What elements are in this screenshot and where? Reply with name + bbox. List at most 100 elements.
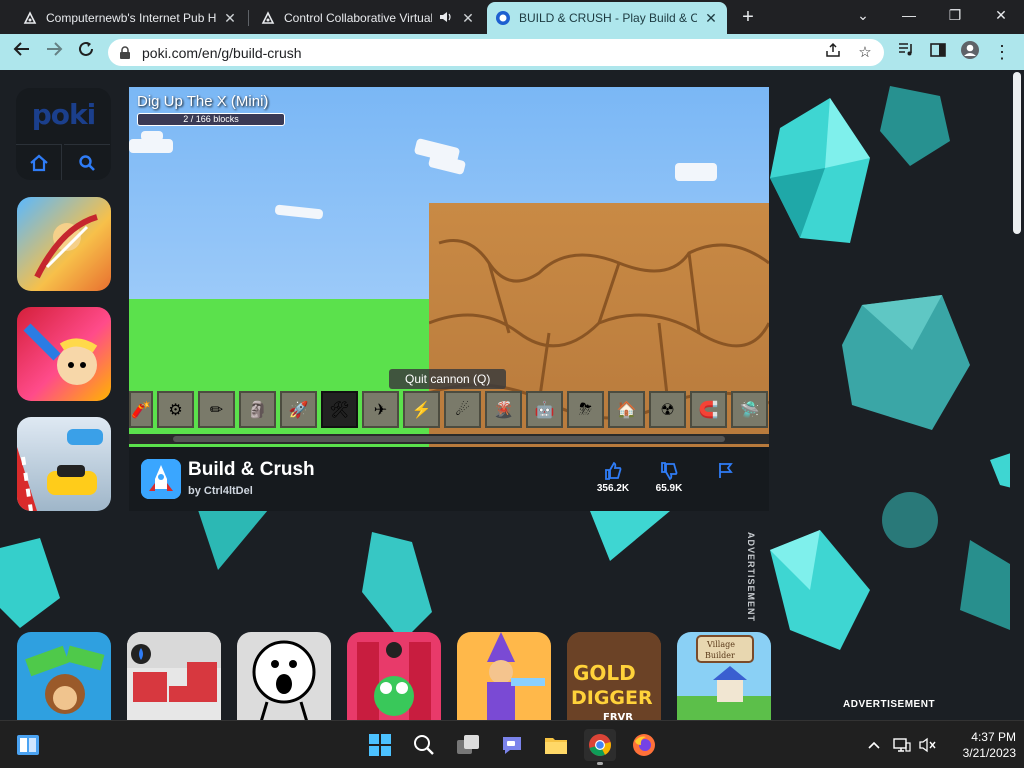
like-button[interactable]: 356.2K xyxy=(593,461,633,494)
missile-tool-icon[interactable]: 🚀 xyxy=(280,391,317,428)
windows-taskbar: 4:37 PM 3/21/2023 xyxy=(0,720,1024,768)
media-control-icon[interactable] xyxy=(894,40,918,64)
volcano-tool-icon[interactable]: 🌋 xyxy=(485,391,522,428)
network-icon[interactable] xyxy=(890,729,914,761)
house-tool-icon[interactable]: 🏠 xyxy=(608,391,645,428)
cloud xyxy=(141,131,163,141)
search-icon xyxy=(79,154,95,171)
lightning-tool-icon[interactable]: ⚡ xyxy=(403,391,440,428)
new-tab-button[interactable]: + xyxy=(736,5,760,29)
tab-computernewb[interactable]: Computernewb's Internet Pub Hc ✕ xyxy=(14,2,246,34)
game-thumbnail[interactable] xyxy=(17,307,111,401)
firefox-icon[interactable] xyxy=(628,729,660,761)
meteor-tool-icon[interactable]: ☄ xyxy=(444,391,481,428)
gold-digger-image: GOLDDIGGER FRVR xyxy=(567,632,661,720)
robot-tool-icon[interactable]: 🤖 xyxy=(526,391,563,428)
show-hidden-icons-chevron-icon[interactable] xyxy=(862,729,886,761)
plane-tool-icon[interactable]: ✈ xyxy=(362,391,399,428)
dislike-button[interactable]: 65.9K xyxy=(649,461,689,494)
game-thumbnail[interactable] xyxy=(17,197,111,291)
game-thumbnail[interactable] xyxy=(457,632,551,720)
teams-chat-icon[interactable] xyxy=(496,729,528,761)
dynamite-tool-icon[interactable]: 🧨 xyxy=(129,391,153,428)
frog-castle-image xyxy=(357,642,431,720)
reload-button[interactable] xyxy=(74,40,98,64)
hotbar-scrollbar[interactable] xyxy=(129,434,769,444)
page-scrollbar[interactable] xyxy=(1010,70,1024,720)
restore-button[interactable]: ❐ xyxy=(932,4,978,26)
poki-nav-panel: poki xyxy=(16,88,111,180)
game-thumbnail[interactable] xyxy=(347,632,441,720)
thumbs-up-icon xyxy=(605,461,622,480)
game-thumbnail[interactable] xyxy=(127,632,221,720)
side-panel-icon[interactable] xyxy=(926,40,950,64)
close-tab-icon[interactable]: ✕ xyxy=(703,10,719,26)
poki-favicon-icon xyxy=(495,10,511,26)
svg-text:GOLD: GOLD xyxy=(573,661,636,685)
game-info-bar: Build & Crush by Ctrl4ltDel 356.2K 65.9K xyxy=(129,447,769,511)
lock-icon xyxy=(120,45,130,59)
address-bar[interactable]: poki.com/en/g/build-crush ☆ xyxy=(108,39,884,66)
system-clock[interactable]: 4:37 PM 3/21/2023 xyxy=(944,729,1016,761)
minimize-button[interactable]: — xyxy=(886,4,932,26)
pencil-tool-icon[interactable]: ✏ xyxy=(198,391,235,428)
menu-kebab-icon[interactable]: ⋮ xyxy=(990,40,1014,64)
hotbar-scroll-thumb[interactable] xyxy=(173,436,725,442)
file-explorer-icon[interactable] xyxy=(540,729,572,761)
svg-text:DIGGER: DIGGER xyxy=(571,687,653,709)
home-button[interactable] xyxy=(16,144,62,180)
tab-search-button[interactable]: ⌄ xyxy=(840,4,886,26)
red-blocks-image xyxy=(127,632,221,702)
wizard-image xyxy=(487,632,545,720)
game-thumbnail[interactable] xyxy=(17,632,111,720)
task-view-widgets-icon[interactable] xyxy=(12,729,44,761)
tab-build-crush[interactable]: BUILD & CRUSH - Play Build & C ✕ xyxy=(487,2,727,34)
archer-hero-image xyxy=(34,214,98,279)
close-tab-icon[interactable]: ✕ xyxy=(460,10,476,26)
game-thumbnail[interactable]: Village Builder xyxy=(677,632,771,720)
game-thumbnail[interactable] xyxy=(17,417,111,511)
start-windows-icon[interactable] xyxy=(364,729,396,761)
volume-muted-icon[interactable] xyxy=(916,729,940,761)
share-icon[interactable] xyxy=(822,42,844,64)
game-author[interactable]: by Ctrl4ltDel xyxy=(188,485,253,497)
level-title: Dig Up The X (Mini) xyxy=(137,93,269,110)
profile-avatar-icon[interactable] xyxy=(958,40,982,64)
chrome-icon[interactable] xyxy=(584,729,616,765)
storm-tool-icon[interactable]: ⛈ xyxy=(567,391,604,428)
search-icon[interactable] xyxy=(408,729,440,761)
crystal-decoration xyxy=(0,538,60,628)
game-icon xyxy=(141,459,181,499)
clock-time: 4:37 PM xyxy=(971,730,1016,744)
crystal-decoration xyxy=(770,530,870,650)
figure-tool-icon[interactable]: 🗿 xyxy=(239,391,276,428)
close-tab-icon[interactable]: ✕ xyxy=(222,10,238,26)
task-view-icon[interactable] xyxy=(452,729,484,761)
ufo-tool-icon[interactable]: 🛸 xyxy=(731,391,768,428)
crystal-decoration xyxy=(882,492,938,548)
tire-tool-icon[interactable]: ⚙ xyxy=(157,391,194,428)
nuke-tool-icon[interactable]: ☢ xyxy=(649,391,686,428)
cannon-tool-icon[interactable]: 🛠 xyxy=(321,391,358,428)
running-indicator xyxy=(597,762,603,765)
close-window-button[interactable]: ✕ xyxy=(978,4,1024,26)
bookmark-star-icon[interactable]: ☆ xyxy=(854,42,876,64)
forward-button[interactable] xyxy=(42,40,66,64)
report-button[interactable] xyxy=(717,461,737,481)
tab-control-collaborative[interactable]: Control Collaborative Virtual ✕ xyxy=(252,2,484,34)
home-icon xyxy=(29,154,48,171)
flag-icon xyxy=(719,463,733,478)
back-button[interactable] xyxy=(10,40,34,64)
tab-title: BUILD & CRUSH - Play Build & C xyxy=(519,11,697,25)
page-scroll-thumb[interactable] xyxy=(1013,72,1021,234)
magnet-tool-icon[interactable]: 🧲 xyxy=(690,391,727,428)
game-thumbnail[interactable] xyxy=(237,632,331,720)
url-text: poki.com/en/g/build-crush xyxy=(142,44,302,61)
speaker-icon[interactable] xyxy=(438,10,454,26)
like-count: 356.2K xyxy=(596,483,630,494)
game-thumbnail[interactable]: GOLD DIGGER FRVR xyxy=(567,632,661,720)
game-canvas[interactable]: Dig Up The X (Mini) 2 / 166 blocks Quit … xyxy=(129,87,769,447)
poki-logo[interactable]: poki xyxy=(16,98,111,131)
search-button[interactable] xyxy=(64,144,110,180)
block-progress-bar: 2 / 166 blocks xyxy=(137,113,285,126)
